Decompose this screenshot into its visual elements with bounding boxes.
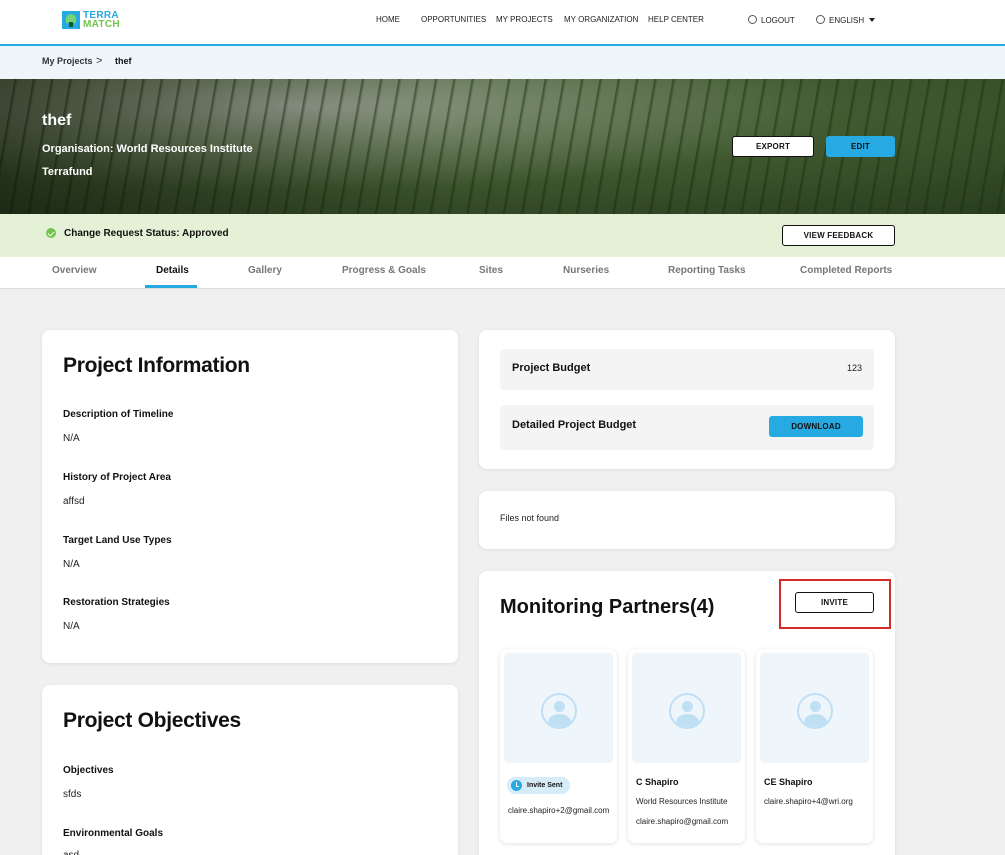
tab-reporting-tasks[interactable]: Reporting Tasks [668,265,746,276]
language-selector[interactable]: ENGLISH [816,15,876,25]
nav-help-center[interactable]: HELP CENTER [648,15,704,24]
project-budget-value: 123 [846,363,862,373]
field-value-objectives: sfds [63,789,82,800]
user-avatar-icon [541,693,577,729]
project-objectives-card: Project Objectives Objectives sfds Envir… [42,685,458,855]
partner-avatar-area [760,653,869,763]
logout-label: LOGOUT [761,16,795,25]
project-title: thef [42,112,72,129]
budget-card: Project Budget 123 Detailed Project Budg… [479,330,895,469]
project-tabs: Overview Details Gallery Progress & Goal… [0,257,1005,289]
nav-logout[interactable]: LOGOUT [748,15,795,25]
field-value-environmental-goals: asd [63,850,79,855]
project-organisation: Organisation: World Resources Institute [42,143,253,155]
partner-organisation: World Resources Institute [636,797,728,806]
breadcrumb-separator-icon: > [96,55,103,67]
partner-card[interactable]: Invite Sent claire.shapiro+2@gmail.com [500,649,617,843]
chevron-down-icon [869,18,876,22]
tree-logo-icon [62,11,80,29]
files-empty-message: Files not found [500,513,560,523]
monitoring-partners-title: Monitoring Partners(4) [500,596,715,618]
field-value-history: affsd [63,496,85,507]
partner-email: claire.shapiro+4@wri.org [764,797,853,806]
active-tab-indicator [145,285,197,288]
field-label-restoration: Restoration Strategies [63,597,170,608]
language-label: ENGLISH [829,16,865,25]
change-request-status-bar: Change Request Status: Approved VIEW FEE… [0,214,1005,257]
field-label-objectives: Objectives [63,765,114,776]
logo-text-match: MATCH [83,19,120,30]
user-avatar-icon [797,693,833,729]
tab-sites[interactable]: Sites [479,265,503,276]
detailed-budget-label: Detailed Project Budget [512,419,637,431]
partner-email: claire.shapiro@gmail.com [636,817,729,826]
project-information-card: Project Information Description of Timel… [42,330,458,663]
tab-details[interactable]: Details [156,265,189,276]
breadcrumb-my-projects[interactable]: My Projects [42,56,93,66]
view-feedback-button[interactable]: VIEW FEEDBACK [782,225,895,246]
nav-my-projects[interactable]: MY PROJECTS [496,15,553,24]
invite-sent-badge: Invite Sent [507,777,571,794]
edit-button[interactable]: EDIT [826,136,895,157]
project-budget-label: Project Budget [512,362,591,374]
project-budget-row: Project Budget 123 [500,349,874,390]
terramatch-logo[interactable]: TERRA MATCH [62,11,120,30]
project-fund: Terrafund [42,166,93,178]
field-label-land-use: Target Land Use Types [63,535,172,546]
breadcrumb: My Projects > thef [0,46,1005,79]
globe-icon [816,15,825,24]
nav-home[interactable]: HOME [376,15,400,24]
tab-nurseries[interactable]: Nurseries [563,265,609,276]
export-button[interactable]: EXPORT [732,136,814,157]
partner-name: C Shapiro [636,777,679,787]
invite-sent-label: Invite Sent [527,782,563,789]
invite-button[interactable]: INVITE [795,592,874,613]
tab-gallery[interactable]: Gallery [248,265,282,276]
project-objectives-title: Project Objectives [63,709,241,732]
field-value-timeline: N/A [63,433,80,444]
tab-overview[interactable]: Overview [52,265,96,276]
download-budget-button[interactable]: DOWNLOAD [769,416,863,437]
change-request-status: Change Request Status: Approved [64,228,229,239]
field-label-timeline: Description of Timeline [63,409,174,420]
partner-avatar-area [504,653,613,763]
project-information-title: Project Information [63,354,250,377]
breadcrumb-current: thef [115,56,132,66]
tab-completed-reports[interactable]: Completed Reports [800,265,892,276]
check-circle-icon [46,228,56,238]
nav-my-organization[interactable]: MY ORGANIZATION [564,15,638,24]
partner-card[interactable]: CE Shapiro claire.shapiro+4@wri.org [756,649,873,843]
partner-name: CE Shapiro [764,777,813,787]
field-label-environmental-goals: Environmental Goals [63,828,164,839]
project-hero-banner: thef Organisation: World Resources Insti… [0,79,1005,214]
files-card: Files not found [479,491,895,549]
clock-icon [511,780,522,791]
tab-progress-goals[interactable]: Progress & Goals [342,265,426,276]
logout-icon [748,15,757,24]
partner-avatar-area [632,653,741,763]
top-navbar: TERRA MATCH HOME OPPORTUNITIES MY PROJEC… [0,0,1005,46]
partner-email: claire.shapiro+2@gmail.com [508,806,610,815]
field-label-history: History of Project Area [63,472,171,483]
field-value-land-use: N/A [63,559,80,570]
partner-card[interactable]: C Shapiro World Resources Institute clai… [628,649,745,843]
nav-opportunities[interactable]: OPPORTUNITIES [421,15,486,24]
user-avatar-icon [669,693,705,729]
field-value-restoration: N/A [63,621,80,632]
